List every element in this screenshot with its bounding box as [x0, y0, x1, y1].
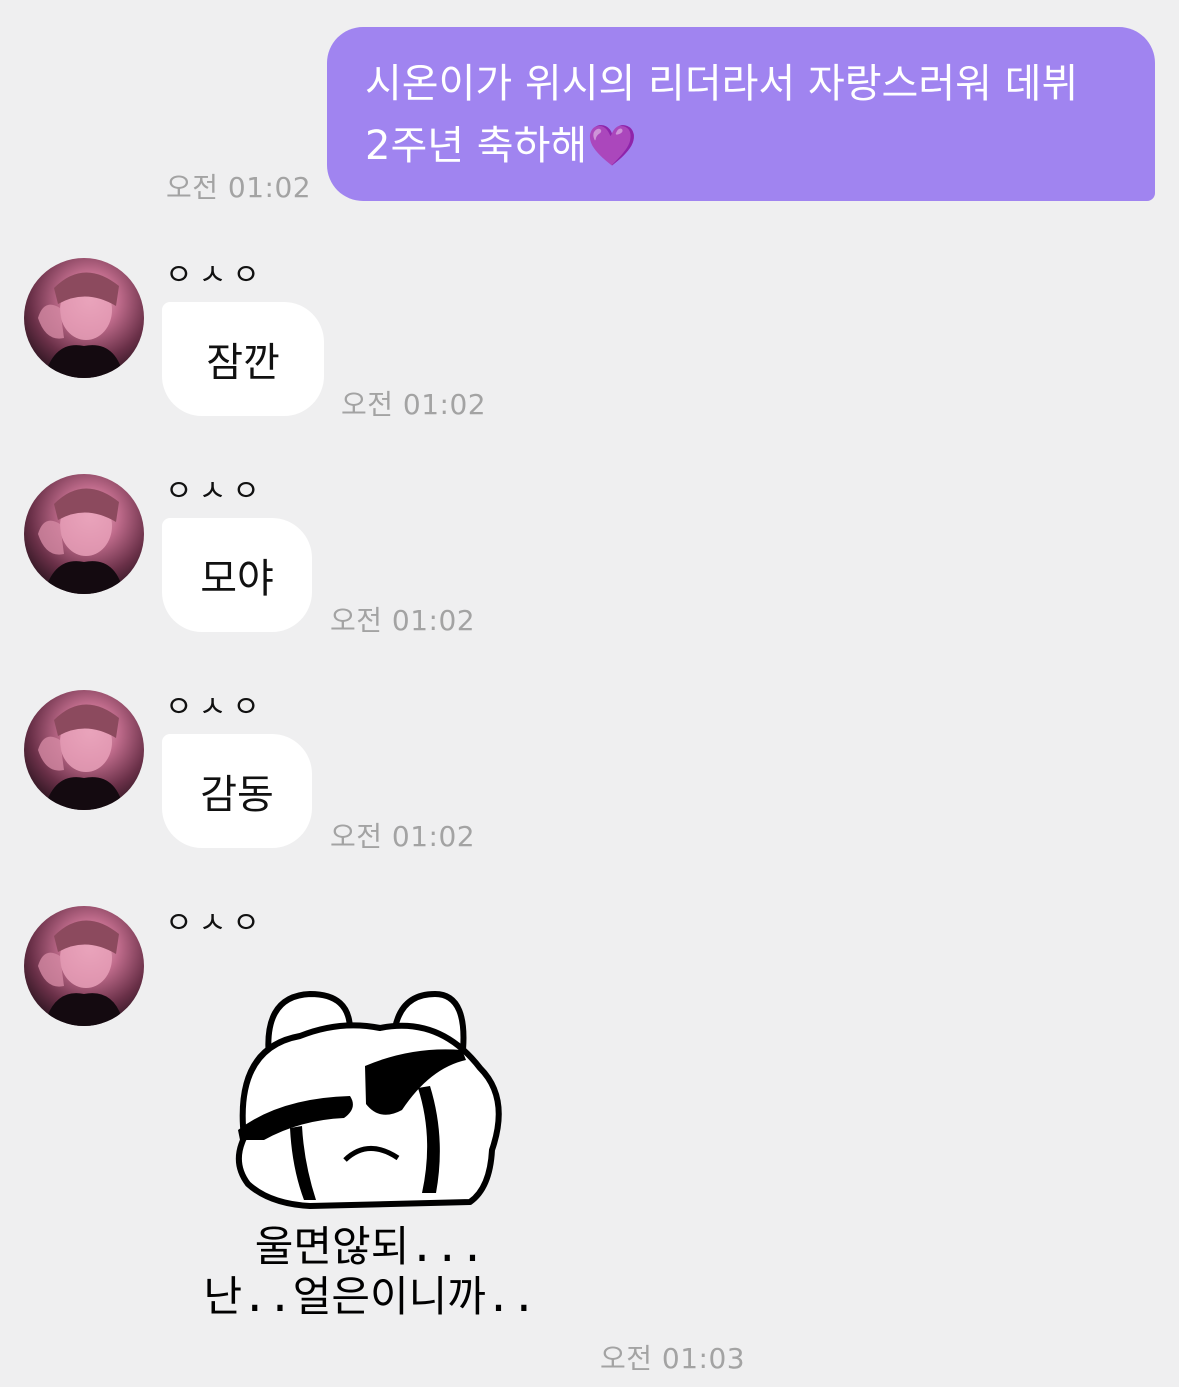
sticker-caption-line-2: 난..얼은이니까.. [203, 1272, 537, 1321]
sent-message-bubble[interactable]: 시온이가 위시의 리더라서 자랑스러워 데뷔 2주년 축하해💜 [327, 27, 1155, 201]
sender-name: ㅇㅅㅇ [165, 906, 266, 941]
sender-name: ㅇㅅㅇ [165, 258, 266, 293]
received-message-text: 모야 [200, 556, 274, 602]
received-message-text: 감동 [200, 772, 274, 818]
chat-view: 오전 01:02 시온이가 위시의 리더라서 자랑스러워 데뷔 2주년 축하해💜… [0, 0, 1179, 1387]
sender-name: ㅇㅅㅇ [165, 690, 266, 725]
sent-message-line-2: 2주년 축하해💜 [365, 123, 637, 169]
sticker-caption: 울면않되... 난..얼은이니까.. [180, 1222, 560, 1322]
received-timestamp: 오전 01:02 [330, 820, 476, 853]
received-message-bubble[interactable]: 잠깐 [162, 302, 324, 416]
received-timestamp: 오전 01:02 [330, 604, 476, 637]
avatar[interactable] [24, 474, 144, 594]
received-timestamp: 오전 01:02 [341, 388, 487, 421]
sticker-caption-line-1: 울면않되... [254, 1222, 486, 1271]
avatar[interactable] [24, 906, 144, 1026]
received-message-text: 잠깐 [206, 340, 280, 386]
received-timestamp: 오전 01:03 [600, 1342, 746, 1375]
received-message-bubble[interactable]: 모야 [162, 518, 312, 632]
sent-timestamp: 오전 01:02 [166, 171, 312, 204]
received-message-bubble[interactable]: 감동 [162, 734, 312, 848]
sent-message-line-1: 시온이가 위시의 리더라서 자랑스러워 데뷔 [365, 61, 1079, 107]
purple-heart-icon: 💜 [587, 123, 637, 169]
sender-name: ㅇㅅㅇ [165, 474, 266, 509]
avatar[interactable] [24, 258, 144, 378]
avatar[interactable] [24, 690, 144, 810]
